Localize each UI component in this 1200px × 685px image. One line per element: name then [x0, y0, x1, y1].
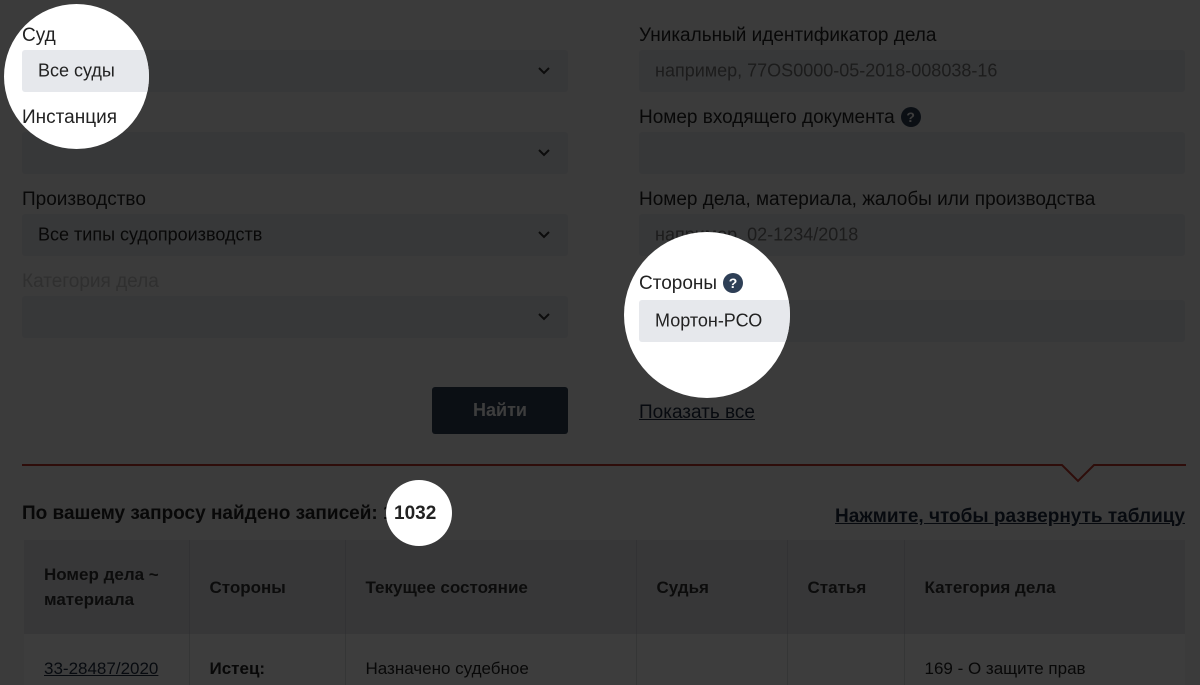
- case-uid-input[interactable]: например, 77OS0000-05-2018-008038-16: [639, 50, 1185, 92]
- incoming-doc-label: Номер входящего документа?: [639, 107, 921, 129]
- incoming-doc-input[interactable]: [639, 132, 1185, 174]
- chevron-down-icon: [538, 149, 550, 157]
- court-label: Суд: [22, 25, 56, 46]
- help-icon[interactable]: ?: [900, 107, 921, 127]
- parties-input-value: Мортон-РСО: [655, 310, 763, 331]
- cell-parties: Истец:: [189, 634, 346, 685]
- chevron-down-icon: [538, 67, 550, 75]
- chevron-down-icon: [538, 231, 550, 239]
- table-header-row: Номер дела ~ материала Стороны Текущее с…: [24, 540, 1185, 634]
- proceeding-select-value: Все типы судопроизводств: [38, 224, 263, 245]
- cell-article: [787, 634, 905, 685]
- spotlight-court: Суд Все суды Инстанция: [4, 4, 149, 149]
- cell-case-number[interactable]: 33-28487/2020: [24, 634, 190, 685]
- category-select[interactable]: [22, 296, 568, 338]
- table-row[interactable]: 33-28487/2020 Истец: Назначено судебное …: [24, 634, 1185, 685]
- results-table: Номер дела ~ материала Стороны Текущее с…: [24, 540, 1185, 685]
- cell-category: 169 - О защите прав: [904, 634, 1185, 685]
- show-all-link[interactable]: Показать все: [639, 402, 755, 424]
- results-count: 1032: [394, 503, 437, 524]
- court-select-value: Все суды: [38, 60, 115, 81]
- col-header-judge[interactable]: Судья: [636, 540, 788, 634]
- search-button[interactable]: Найти: [432, 387, 568, 434]
- col-header-category[interactable]: Категория дела: [904, 540, 1185, 634]
- col-header-parties[interactable]: Стороны: [189, 540, 346, 634]
- parties-label: Стороны?: [639, 273, 744, 295]
- col-header-article[interactable]: Статья: [787, 540, 905, 634]
- help-icon[interactable]: ?: [723, 273, 744, 293]
- case-number-label: Номер дела, материала, жалобы или произв…: [639, 189, 1096, 210]
- cell-state: Назначено судебное: [345, 634, 637, 685]
- spotlight-results-count: 1032: [386, 480, 452, 546]
- case-uid-label: Уникальный идентификатор дела: [639, 25, 937, 46]
- spotlight-parties: Стороны? Мортон-РСО: [624, 232, 790, 398]
- chevron-down-icon: [538, 313, 550, 321]
- instance-label: Инстанция: [22, 107, 117, 128]
- results-count-prefix: По вашему запросу найдено записей:: [22, 503, 378, 524]
- category-label: Категория дела: [22, 271, 159, 292]
- proceeding-select[interactable]: Все типы судопроизводств: [22, 214, 568, 256]
- section-divider: [22, 464, 1186, 483]
- case-uid-placeholder: например, 77OS0000-05-2018-008038-16: [655, 60, 998, 81]
- cell-judge: [636, 634, 788, 685]
- results-count-line: По вашему запросу найдено записей: 1032: [22, 503, 425, 525]
- col-header-state[interactable]: Текущее состояние: [345, 540, 637, 634]
- court-select[interactable]: Все суды: [22, 50, 149, 92]
- expand-table-link[interactable]: Нажмите, чтобы развернуть таблицу: [835, 506, 1185, 528]
- parties-input[interactable]: Мортон-РСО: [639, 300, 790, 342]
- proceeding-label: Производство: [22, 189, 146, 210]
- case-number-link[interactable]: 33-28487/2020: [44, 659, 158, 678]
- col-header-case-number[interactable]: Номер дела ~ материала: [24, 540, 190, 634]
